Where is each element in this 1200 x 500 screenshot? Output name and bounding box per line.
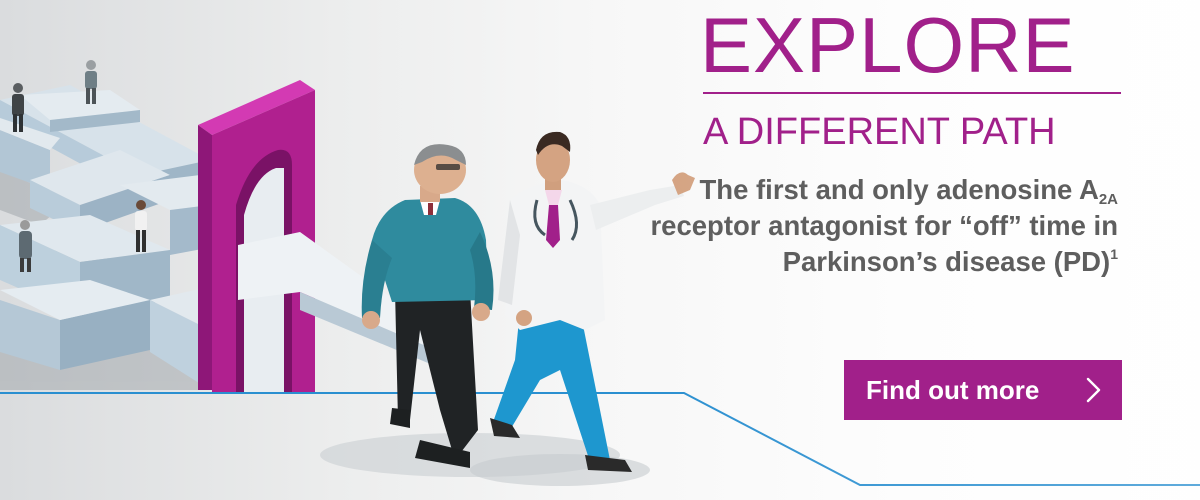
product-description: The first and only adenosine A2A recepto… [648,172,1118,280]
description-text-2: receptor antagonist for “off” time in Pa… [650,210,1118,277]
headline-explore: EXPLORE [700,1,1076,89]
find-out-more-label: Find out more [866,374,1040,405]
hero-banner: EXPLORE A DIFFERENT PATH The first and o… [0,0,1200,500]
chevron-right-icon [1086,377,1101,403]
description-subscript: 2A [1098,191,1118,208]
footnote-reference: 1 [1110,246,1118,262]
description-text-1: The first and only adenosine A [699,174,1099,205]
find-out-more-button[interactable]: Find out more [844,360,1122,420]
headline-divider [703,92,1121,94]
headline-subtitle: A DIFFERENT PATH [703,111,1056,153]
